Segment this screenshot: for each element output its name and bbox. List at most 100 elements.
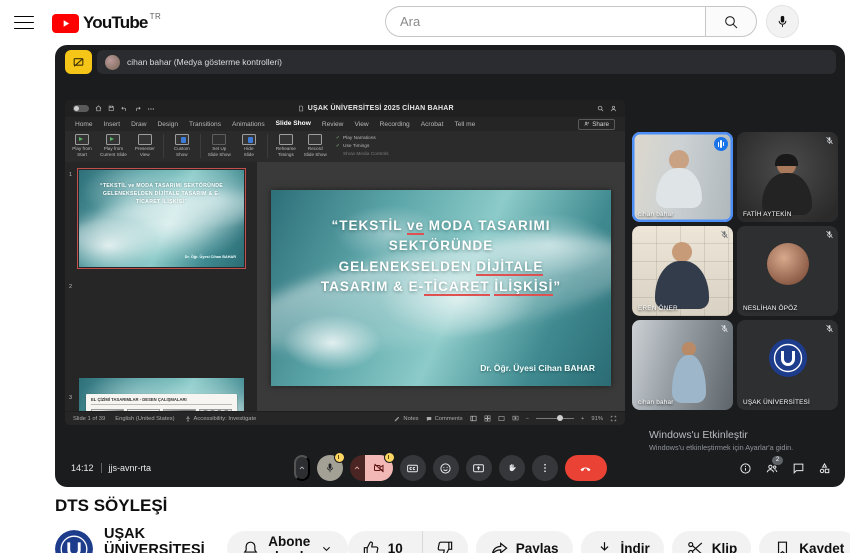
meeting-details-button[interactable] [739,462,752,475]
reading-view-icon[interactable] [498,415,505,422]
ppt-tab-tell-me[interactable]: Tell me [454,117,475,131]
ribbon-rehearse-timings[interactable]: Rehearse Timings [275,132,297,160]
dislike-button[interactable] [422,531,468,553]
slideshow-view-icon[interactable] [512,415,519,422]
zoom-in-button[interactable]: + [581,416,584,422]
ppt-tab-review[interactable]: Review [322,117,344,131]
ppt-tab-home[interactable]: Home [75,117,93,131]
ppt-tab-recording[interactable]: Recording [380,117,410,131]
ppt-share-button[interactable]: Share [578,119,615,130]
tile-cihan-bahar-1[interactable]: cihan bahar [632,132,733,222]
zoom-slider[interactable] [536,418,574,420]
presenter-avatar [105,55,120,70]
subscribed-button[interactable]: Abone olundu [227,531,348,553]
tile-neslihan-opoz[interactable]: NESLİHAN ÖPÖZ [737,226,838,316]
people-button[interactable]: 2 [765,462,779,475]
more-options-button[interactable] [532,455,558,481]
youtube-logo-text: YouTube [83,13,148,33]
ppt-search-icon[interactable] [597,105,604,112]
check-use-timings[interactable]: ✓Use Timings [336,143,389,149]
captions-button[interactable] [400,455,426,481]
ppt-tab-insert[interactable]: Insert [104,117,121,131]
play-current-icon [106,134,120,145]
comments-button[interactable]: Comments [426,416,463,422]
accessibility-status[interactable]: Accessibility: Investigate [185,416,257,422]
youtube-logo[interactable]: YouTube TR [52,12,161,33]
slide-thumbnail-panel[interactable]: 1 “TEKSTİL ve MODA TASARIMI SEKTÖRÜNDE G… [65,162,257,411]
ppt-tab-animations[interactable]: Animations [232,117,265,131]
menu-icon[interactable] [14,16,34,30]
ppt-tab-view[interactable]: View [354,117,368,131]
slide-canvas[interactable]: “TEKSTİL ve MODA TASARIMI SEKTÖRÜNDE GEL… [257,162,625,411]
channel-meta[interactable]: UŞAK ÜNİVERSİTESİ 3,35 B abone [104,526,205,553]
camera-control[interactable] [350,455,393,481]
channel-name[interactable]: UŞAK ÜNİVERSİTESİ [104,526,205,553]
more-horizontal-icon[interactable] [147,105,155,113]
search-input[interactable] [385,6,705,37]
tile-fatih-aytekin[interactable]: FATİH AYTEKİN [737,132,838,222]
ppt-tab-slide-show[interactable]: Slide Show [276,117,311,132]
chat-button[interactable] [792,462,805,475]
check-show-media-controls[interactable]: ✓Show Media Controls [336,151,389,157]
end-call-button[interactable] [565,455,607,481]
tile-usak-universitesi[interactable]: UŞAK ÜNİVERSİTESİ [737,320,838,410]
notes-button[interactable]: Notes [394,416,418,422]
voice-search-button[interactable] [766,5,799,38]
download-button[interactable]: İndir [581,531,664,553]
present-button[interactable] [466,455,492,481]
slide-thumbnail-1[interactable]: “TEKSTİL ve MODA TASARIMI SEKTÖRÜNDE GEL… [79,170,244,267]
language-status[interactable]: English (United States) [115,416,174,422]
channel-avatar[interactable] [55,530,93,553]
zoom-level[interactable]: 91% [591,416,603,422]
ribbon-custom-show[interactable]: Custom Show [171,132,193,160]
chevron-up-icon [353,464,361,472]
ribbon-play-current[interactable]: Play from Current Slide [100,132,127,160]
tile-cihan-bahar-2[interactable]: cihan bahar [632,320,733,410]
autosave-toggle[interactable] [73,105,89,112]
undo-icon[interactable] [121,105,128,112]
presentation-indicator[interactable] [65,50,92,74]
slide-number: 3 [69,395,72,401]
check-play-narrations[interactable]: ✓Play Narrations [336,135,389,141]
ppt-tab-draw[interactable]: Draw [131,117,146,131]
fit-slide-icon[interactable] [610,415,617,422]
ribbon-record-slideshow[interactable]: Record Slide Show [304,132,327,160]
like-button[interactable]: 10 [348,531,415,553]
clip-button[interactable]: Klip [672,531,752,553]
bell-icon [241,539,260,553]
presenter-banner-pill[interactable]: cihan bahar (Medya gösterme kontrolleri) [97,50,836,74]
ppt-tab-transitions[interactable]: Transitions [189,117,221,131]
record-slideshow-icon [308,134,322,145]
slide-thumbnail-2[interactable]: EL ÇİZİMİ TASARIMLAR - DESEN ÇALIŞMALARI… [79,378,244,411]
ppt-tab-acrobat[interactable]: Acrobat [421,117,444,131]
mic-toggle-button[interactable] [317,455,343,481]
presenter-tools-icon[interactable] [610,105,617,112]
raise-hand-button[interactable] [499,455,525,481]
home-icon[interactable] [95,105,102,112]
redo-icon[interactable] [134,105,141,112]
ribbon-hide-slide[interactable]: Hide Slide [238,132,260,160]
camera-toggle-button[interactable] [365,455,393,481]
share-button[interactable]: Paylaş [476,531,573,553]
activities-button[interactable] [818,462,831,475]
ribbon-play-from-start[interactable]: Play from Start [71,132,93,160]
ribbon-setup-slideshow[interactable]: Set Up Slide Show [208,132,231,160]
powerpoint-window[interactable]: UŞAK ÜNİVERSİTESİ 2025 CİHAN BAHAR Home … [65,100,625,425]
presenter-banner: cihan bahar (Medya gösterme kontrolleri) [65,50,836,74]
tile-eren-oner[interactable]: EREN ÖNER [632,226,733,316]
zoom-out-button[interactable]: − [526,416,529,422]
video-info-section: DTS SÖYLEŞİ UŞAK ÜNİVERSİTESİ 3,35 B abo… [55,492,845,553]
slide-sorter-icon[interactable] [484,415,491,422]
comments-icon [426,416,432,422]
save-button[interactable]: Kaydet [759,531,850,553]
camera-options-button[interactable] [350,455,365,481]
search-button[interactable] [705,6,757,37]
video-player[interactable]: cihan bahar (Medya gösterme kontrolleri)… [55,45,845,487]
save-icon[interactable] [108,105,115,112]
mic-options-button[interactable] [294,455,310,481]
bookmark-icon [773,539,792,553]
normal-view-icon[interactable] [470,415,477,422]
ribbon-presenter-view[interactable]: Presenter View [134,132,156,160]
ppt-tab-design[interactable]: Design [157,117,178,131]
reactions-button[interactable] [433,455,459,481]
